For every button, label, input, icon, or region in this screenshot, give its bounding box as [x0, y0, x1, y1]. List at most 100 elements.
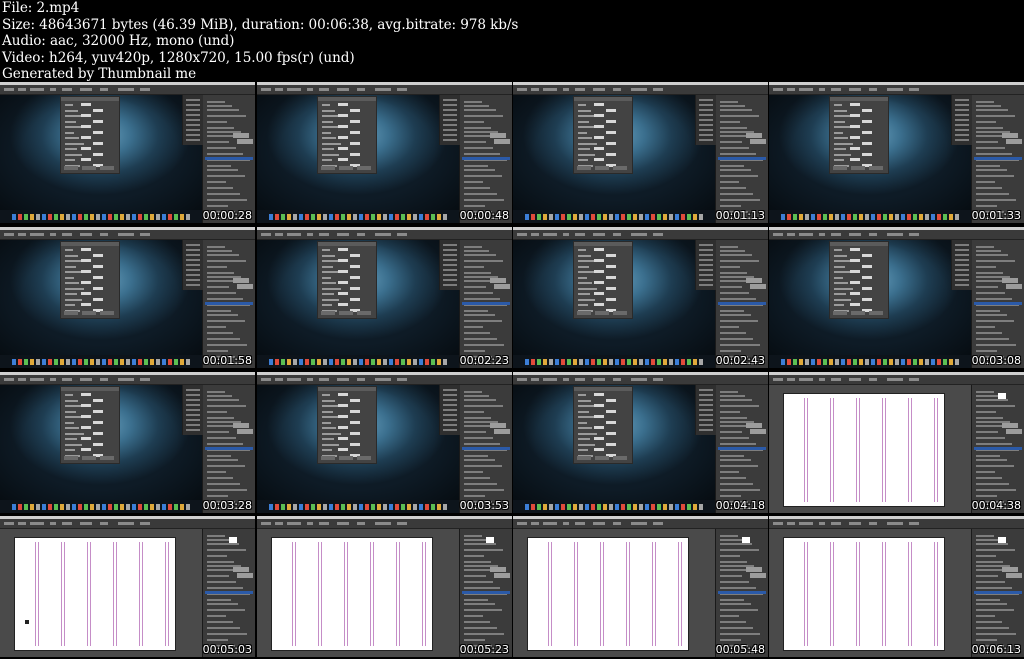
dialog-field[interactable]: [862, 130, 872, 134]
tool-item[interactable]: [699, 269, 713, 271]
tool-item[interactable]: [955, 109, 969, 111]
dialog-ok-button[interactable]: [833, 311, 847, 315]
dialog-field[interactable]: [81, 136, 91, 139]
tool-item[interactable]: [955, 129, 969, 131]
dialog-field[interactable]: [606, 141, 616, 145]
tool-item[interactable]: [699, 104, 713, 106]
dialog-field[interactable]: [93, 264, 103, 268]
tool-item[interactable]: [955, 104, 969, 106]
dialog-field[interactable]: [93, 286, 103, 290]
dialog-field[interactable]: [338, 393, 348, 396]
tool-item[interactable]: [443, 284, 457, 286]
dialog-field[interactable]: [338, 281, 348, 284]
dialog-field[interactable]: [862, 297, 872, 301]
dialog-field[interactable]: [862, 152, 872, 156]
dialog-field[interactable]: [850, 103, 860, 106]
tool-item[interactable]: [699, 399, 713, 401]
dialog-field[interactable]: [93, 398, 103, 402]
dialog-field[interactable]: [81, 125, 91, 128]
dialog-field[interactable]: [850, 270, 860, 273]
tool-item[interactable]: [443, 259, 457, 261]
dialog-field[interactable]: [862, 108, 872, 112]
tool-item[interactable]: [186, 274, 200, 276]
dialog-field[interactable]: [338, 448, 348, 451]
tool-item[interactable]: [443, 269, 457, 271]
dialog-field[interactable]: [338, 147, 348, 150]
dialog-field[interactable]: [850, 281, 860, 284]
tool-item[interactable]: [443, 134, 457, 136]
dialog-field[interactable]: [594, 404, 604, 407]
dialog-field[interactable]: [81, 415, 91, 418]
dialog-field[interactable]: [81, 147, 91, 150]
tool-item[interactable]: [186, 264, 200, 266]
dialog-cancel-button[interactable]: [851, 166, 865, 170]
tool-item[interactable]: [955, 274, 969, 276]
tool-item[interactable]: [955, 119, 969, 121]
dialog-field[interactable]: [862, 286, 872, 290]
dialog-reset-button[interactable]: [357, 166, 371, 170]
dialog-field[interactable]: [606, 420, 616, 424]
dialog-field[interactable]: [862, 253, 872, 257]
dialog-field[interactable]: [93, 297, 103, 301]
tool-item[interactable]: [443, 109, 457, 111]
tool-item[interactable]: [186, 399, 200, 401]
tool-item[interactable]: [443, 119, 457, 121]
tool-item[interactable]: [955, 254, 969, 256]
dialog-field[interactable]: [862, 264, 872, 268]
tool-item[interactable]: [699, 129, 713, 131]
tool-item[interactable]: [699, 424, 713, 426]
tool-item[interactable]: [443, 264, 457, 266]
dialog-ok-button[interactable]: [577, 456, 591, 460]
dialog-field[interactable]: [338, 259, 348, 262]
tool-item[interactable]: [443, 129, 457, 131]
dialog-field[interactable]: [606, 119, 616, 123]
tool-item[interactable]: [699, 119, 713, 121]
dialog-field[interactable]: [350, 286, 360, 290]
dialog-field[interactable]: [606, 253, 616, 257]
dialog-field[interactable]: [350, 152, 360, 156]
dialog-field[interactable]: [350, 442, 360, 446]
dialog-field[interactable]: [338, 158, 348, 161]
tool-item[interactable]: [699, 124, 713, 126]
tool-item[interactable]: [443, 399, 457, 401]
tool-item[interactable]: [699, 414, 713, 416]
tool-item[interactable]: [699, 109, 713, 111]
tool-item[interactable]: [186, 419, 200, 421]
dialog-field[interactable]: [81, 448, 91, 451]
dialog-cancel-button[interactable]: [851, 311, 865, 315]
tool-item[interactable]: [699, 114, 713, 116]
tool-item[interactable]: [955, 264, 969, 266]
tool-item[interactable]: [186, 409, 200, 411]
tool-item[interactable]: [443, 254, 457, 256]
dialog-field[interactable]: [594, 136, 604, 139]
tool-item[interactable]: [699, 139, 713, 141]
tool-item[interactable]: [186, 99, 200, 101]
dialog-field[interactable]: [338, 136, 348, 139]
tool-item[interactable]: [443, 419, 457, 421]
dialog-cancel-button[interactable]: [595, 166, 609, 170]
dialog-field[interactable]: [350, 108, 360, 112]
dialog-field[interactable]: [338, 125, 348, 128]
tool-item[interactable]: [955, 124, 969, 126]
tool-item[interactable]: [955, 269, 969, 271]
tool-item[interactable]: [186, 139, 200, 141]
tool-item[interactable]: [955, 249, 969, 251]
dialog-field[interactable]: [93, 108, 103, 112]
tool-item[interactable]: [699, 284, 713, 286]
tool-item[interactable]: [699, 99, 713, 101]
dialog-field[interactable]: [350, 275, 360, 279]
dialog-field[interactable]: [606, 130, 616, 134]
tool-item[interactable]: [186, 254, 200, 256]
tool-item[interactable]: [186, 259, 200, 261]
tool-item[interactable]: [186, 134, 200, 136]
tool-item[interactable]: [699, 419, 713, 421]
dialog-field[interactable]: [594, 437, 604, 440]
dialog-field[interactable]: [338, 415, 348, 418]
tool-item[interactable]: [443, 99, 457, 101]
tool-item[interactable]: [186, 404, 200, 406]
tool-item[interactable]: [955, 284, 969, 286]
tool-item[interactable]: [443, 414, 457, 416]
dialog-reset-button[interactable]: [100, 456, 114, 460]
dialog-field[interactable]: [350, 297, 360, 301]
dialog-field[interactable]: [81, 426, 91, 429]
